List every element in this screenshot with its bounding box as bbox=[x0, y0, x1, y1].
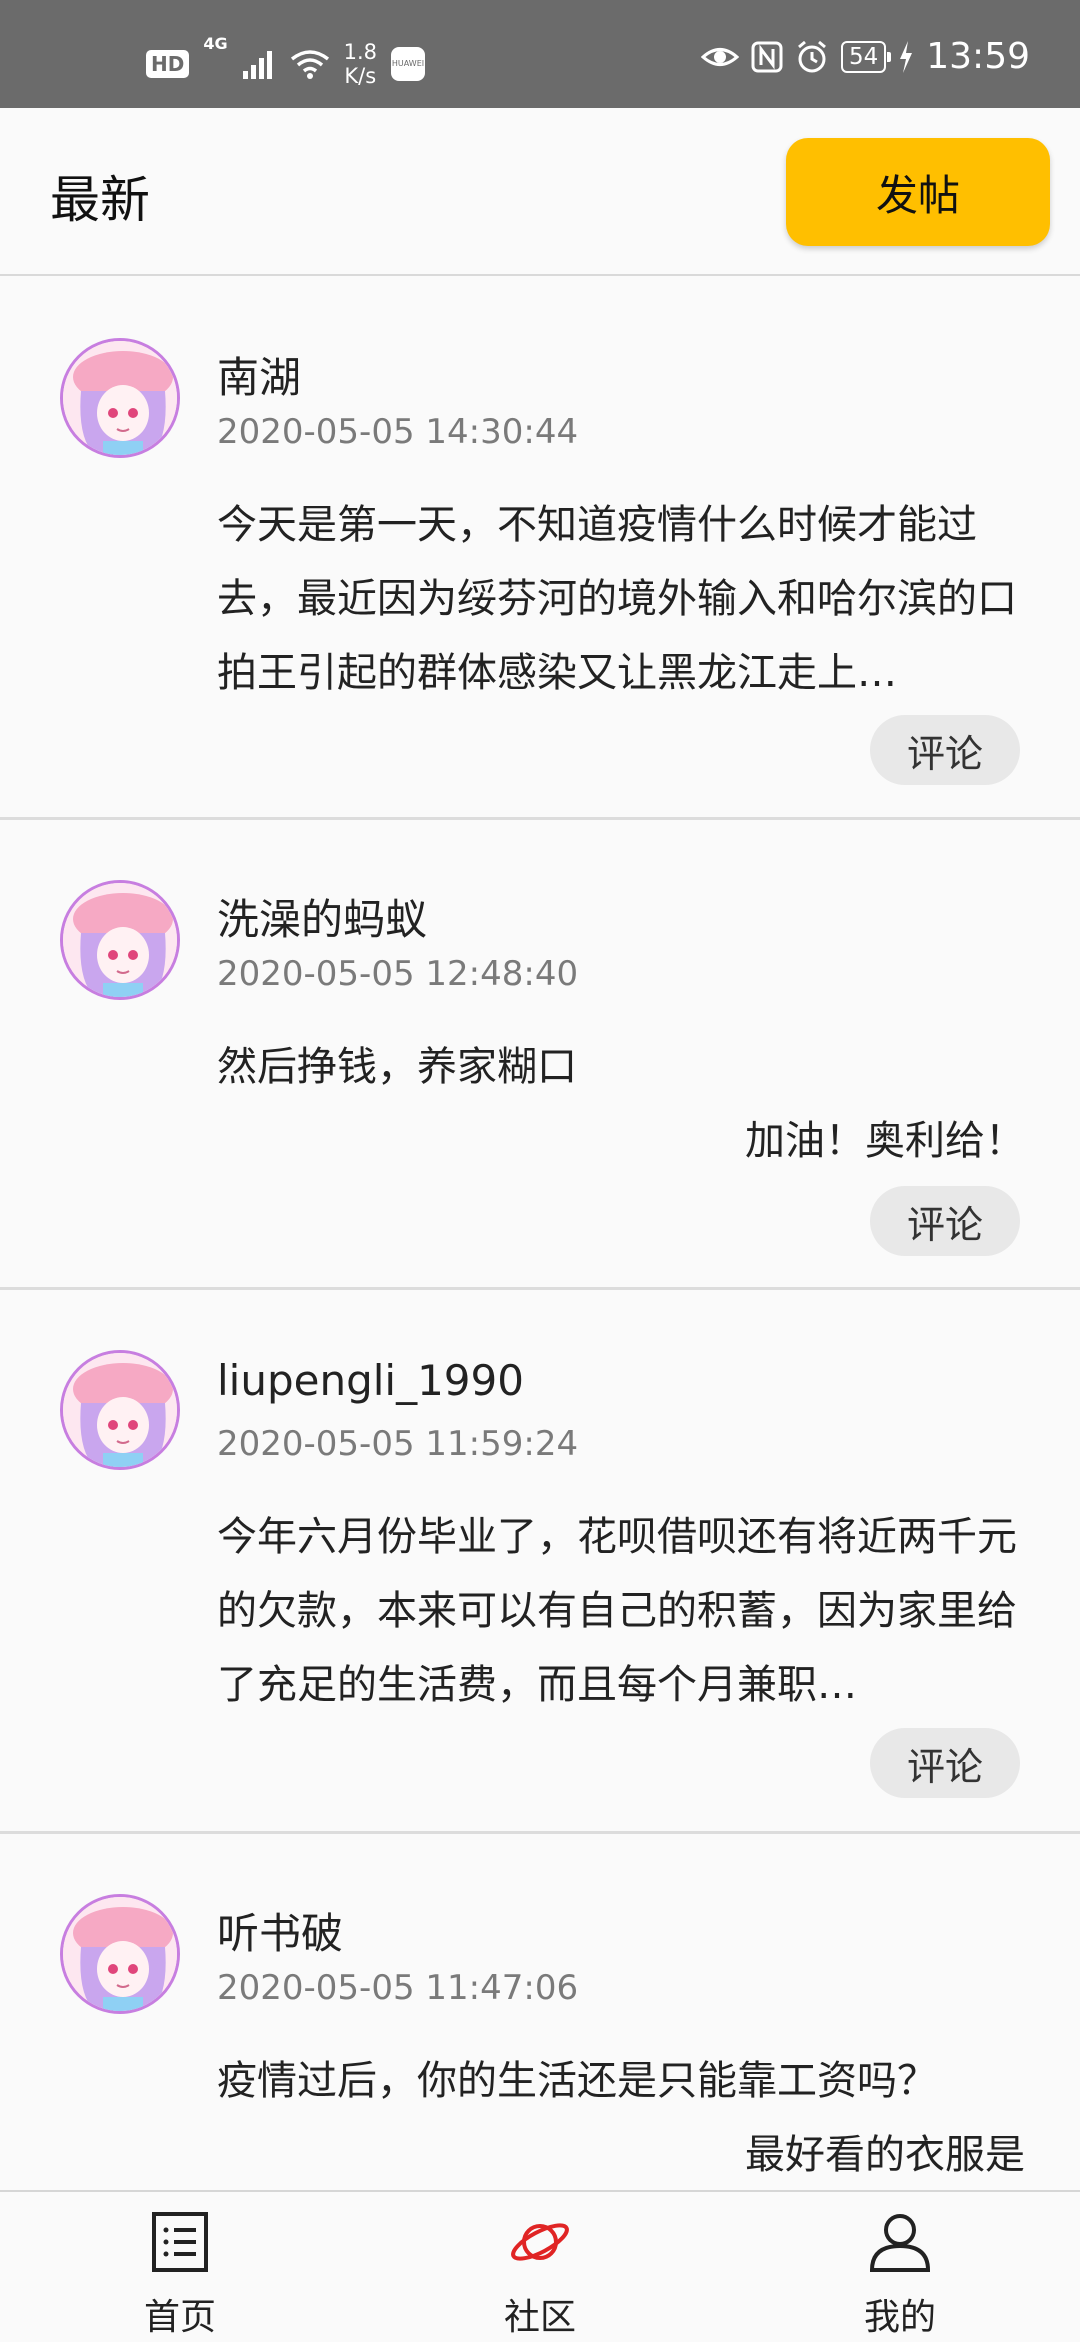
post-username[interactable]: 洗澡的蚂蚁 bbox=[217, 886, 427, 947]
page-title: 最新 bbox=[50, 171, 150, 229]
signal-icon bbox=[242, 51, 272, 79]
speed-unit: K/s bbox=[344, 64, 377, 88]
post-content[interactable]: 今年六月份毕业了，花呗借呗还有将近两千元的欠款，本来可以有自己的积蓄，因为家里给… bbox=[217, 1500, 1025, 1722]
avatar-illustration bbox=[63, 883, 177, 997]
post-text: 今天是第一天，不知道疫情什么时候才能过去，最近因为绥芬河的境外输入和哈尔滨的口拍… bbox=[217, 502, 1017, 696]
network-type: 4G bbox=[203, 34, 228, 53]
avatar-illustration bbox=[63, 341, 177, 455]
post-text: 然后挣钱，养家糊口 bbox=[217, 1044, 577, 1090]
top-bar: 最新 发帖 bbox=[0, 108, 1080, 276]
nav-item-profile[interactable]: 我的 bbox=[720, 2192, 1080, 2342]
post-username[interactable]: 听书破 bbox=[217, 1900, 343, 1961]
post-text-secondary: 最好看的衣服是 bbox=[745, 2132, 1025, 2178]
post-content[interactable]: 然后挣钱，养家糊口 加油！奥利给！ bbox=[217, 1030, 1025, 1178]
hd-badge: HD bbox=[146, 50, 190, 78]
planet-icon bbox=[511, 2223, 569, 2261]
post-card[interactable]: liupengli_1990 2020-05-05 11:59:24 今年六月份… bbox=[0, 1290, 1080, 1834]
post-text: 疫情过后，你的生活还是只能靠工资吗？ bbox=[217, 2058, 937, 2104]
comment-button[interactable]: 评论 bbox=[870, 1728, 1020, 1798]
comment-button[interactable]: 评论 bbox=[870, 1186, 1020, 1256]
network-speed: 1.8 K/s bbox=[344, 40, 377, 88]
post-card[interactable]: 洗澡的蚂蚁 2020-05-05 12:48:40 然后挣钱，养家糊口 加油！奥… bbox=[0, 820, 1080, 1290]
charging-icon bbox=[900, 40, 913, 73]
post-timestamp: 2020-05-05 11:47:06 bbox=[217, 1968, 579, 2008]
avatar[interactable] bbox=[60, 880, 180, 1000]
speed-value: 1.8 bbox=[343, 40, 378, 64]
alarm-icon bbox=[798, 40, 826, 72]
post-text: 今年六月份毕业了，花呗借呗还有将近两千元的欠款，本来可以有自己的积蓄，因为家里给… bbox=[217, 1514, 1017, 1708]
avatar[interactable] bbox=[60, 1894, 180, 2014]
nav-item-community[interactable]: 社区 bbox=[360, 2192, 720, 2342]
nav-item-home[interactable]: 首页 bbox=[0, 2192, 360, 2342]
post-content[interactable]: 疫情过后，你的生活还是只能靠工资吗？ 最好看的衣服是 bbox=[217, 2044, 1025, 2192]
clock: 13:59 bbox=[926, 36, 1030, 77]
eye-icon bbox=[700, 47, 739, 66]
battery-level: 54 bbox=[840, 40, 892, 73]
nfc-icon bbox=[751, 41, 783, 72]
post-text-secondary: 加油！奥利给！ bbox=[745, 1118, 1025, 1164]
huawei-app-icon: HUAWEI bbox=[391, 47, 426, 81]
user-icon bbox=[869, 2214, 931, 2272]
status-right-group: 54 13:59 bbox=[700, 36, 1030, 77]
post-username[interactable]: liupengli_1990 bbox=[217, 1356, 524, 1405]
nav-label-profile: 我的 bbox=[863, 2297, 936, 2338]
post-feed[interactable]: 南湖 2020-05-05 14:30:44 今天是第一天，不知道疫情什么时候才… bbox=[0, 278, 1080, 2234]
nav-label-home: 首页 bbox=[143, 2297, 216, 2338]
post-timestamp: 2020-05-05 14:30:44 bbox=[217, 412, 579, 452]
bottom-nav: 首页 社区 我的 bbox=[0, 2190, 1080, 2340]
avatar[interactable] bbox=[60, 338, 180, 458]
post-card[interactable]: 南湖 2020-05-05 14:30:44 今天是第一天，不知道疫情什么时候才… bbox=[0, 278, 1080, 820]
status-left-group: HD 4G 1.8 K/s HUAWEI bbox=[146, 34, 426, 88]
new-post-button[interactable]: 发帖 bbox=[786, 138, 1050, 246]
avatar-illustration bbox=[63, 1353, 177, 1467]
post-timestamp: 2020-05-05 12:48:40 bbox=[217, 954, 579, 994]
wifi-icon bbox=[290, 50, 329, 79]
avatar-illustration bbox=[63, 1897, 177, 2011]
status-bar: HD 4G 1.8 K/s HUAWEI 54 13:59 bbox=[0, 0, 1080, 108]
list-icon bbox=[152, 2212, 208, 2272]
post-card[interactable]: 听书破 2020-05-05 11:47:06 疫情过后，你的生活还是只能靠工资… bbox=[0, 1834, 1080, 2234]
post-timestamp: 2020-05-05 11:59:24 bbox=[217, 1424, 579, 1464]
nav-label-community: 社区 bbox=[503, 2297, 576, 2338]
comment-button[interactable]: 评论 bbox=[870, 715, 1020, 785]
avatar[interactable] bbox=[60, 1350, 180, 1470]
post-content[interactable]: 今天是第一天，不知道疫情什么时候才能过去，最近因为绥芬河的境外输入和哈尔滨的口拍… bbox=[217, 488, 1025, 710]
post-username[interactable]: 南湖 bbox=[217, 344, 301, 405]
